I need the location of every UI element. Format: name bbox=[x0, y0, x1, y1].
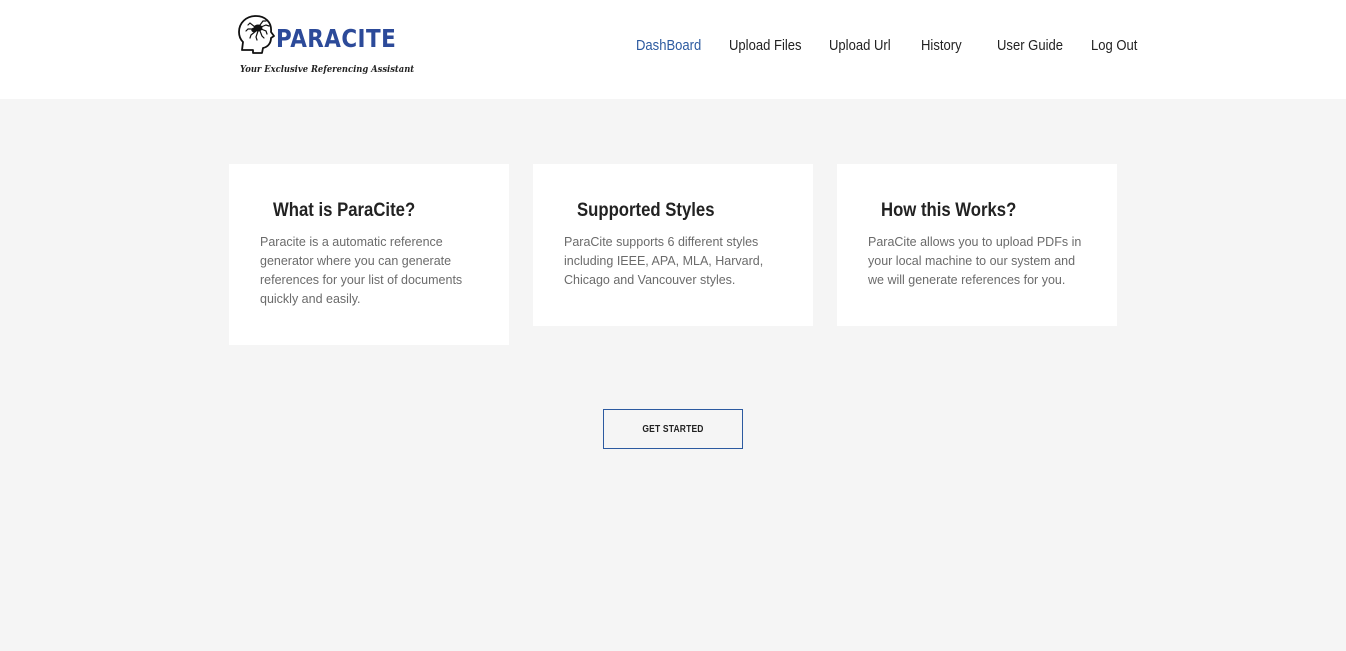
card-body: Paracite is a automatic reference genera… bbox=[260, 235, 463, 306]
info-card-what-is: What is ParaCite? Paracite is a automati… bbox=[229, 164, 509, 345]
site-header: PARACITE Your Exclusive Referencing Assi… bbox=[0, 0, 1346, 99]
nav-dashboard[interactable]: DashBoard bbox=[636, 38, 701, 54]
logo-tagline: Your Exclusive Referencing Assistant bbox=[240, 65, 415, 75]
get-started-label: GET STARTED bbox=[642, 423, 704, 435]
main-nav: DashBoard Upload Files Upload Url Histor… bbox=[0, 38, 1346, 58]
nav-upload-files[interactable]: Upload Files bbox=[729, 38, 802, 54]
card-title: Supported Styles bbox=[577, 200, 715, 221]
card-body: ParaCite supports 6 different styles inc… bbox=[564, 235, 764, 287]
nav-log-out[interactable]: Log Out bbox=[1091, 38, 1137, 54]
get-started-button[interactable]: GET STARTED bbox=[603, 409, 743, 449]
info-card-how-it-works: How this Works? ParaCite allows you to u… bbox=[837, 164, 1117, 326]
nav-upload-url[interactable]: Upload Url bbox=[829, 38, 891, 54]
nav-user-guide[interactable]: User Guide bbox=[997, 38, 1063, 54]
nav-history[interactable]: History bbox=[921, 38, 962, 54]
card-title: What is ParaCite? bbox=[273, 200, 416, 221]
card-title: How this Works? bbox=[881, 200, 1017, 221]
info-card-supported-styles: Supported Styles ParaCite supports 6 dif… bbox=[533, 164, 813, 326]
card-body: ParaCite allows you to upload PDFs in yo… bbox=[868, 235, 1082, 287]
